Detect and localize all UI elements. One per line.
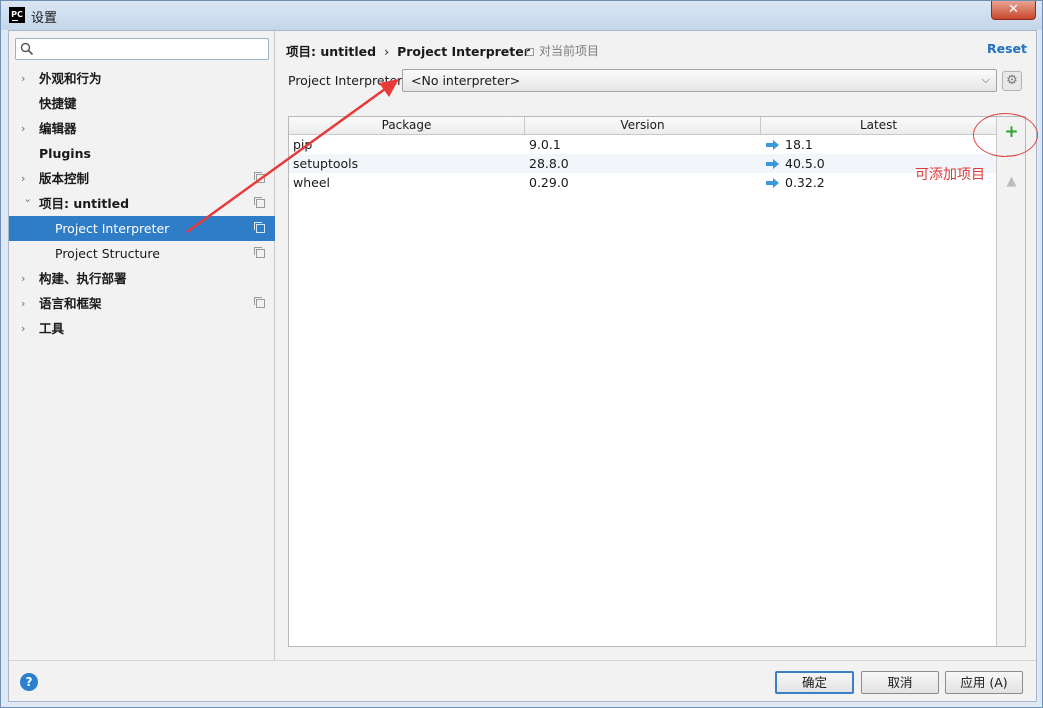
packages-panel: Package Version Latest pip 9.0.1 18.1 se… [288, 116, 1026, 647]
sidebar-item-label: Project Interpreter [55, 221, 170, 236]
package-version: 9.0.1 [529, 137, 561, 152]
project-scope-icon [254, 197, 265, 208]
search-icon [20, 42, 34, 56]
column-header-package[interactable]: Package [289, 117, 525, 135]
sidebar-item-label: 项目: untitled [39, 196, 130, 211]
table-row[interactable]: pip 9.0.1 18.1 [289, 135, 996, 154]
dialog-content: › 外观和行为 快捷键 › 编辑器 Plugins › 版本控制 › 项目: u… [8, 30, 1037, 702]
chevron-right-icon[interactable]: › [21, 166, 31, 191]
chevron-right-icon[interactable]: › [21, 66, 31, 91]
interpreter-label: Project Interpreter: [288, 73, 407, 88]
chevron-right-icon[interactable]: › [21, 291, 31, 316]
sidebar-item-label: 外观和行为 [39, 71, 102, 86]
settings-main-panel: 项目: untitled › Project Interpreter 对当前项目 R… [275, 31, 1036, 660]
column-header-latest[interactable]: Latest [761, 117, 996, 135]
sidebar-item-label: Plugins [39, 146, 91, 161]
reset-link[interactable]: Reset [987, 41, 1027, 56]
package-toolbar: + − ▲ [996, 117, 1025, 646]
upgrade-arrow-icon [766, 159, 779, 169]
interpreter-select[interactable]: <No interpreter> ⌵ [402, 69, 997, 92]
close-button[interactable]: ✕ [991, 1, 1036, 20]
table-row[interactable]: wheel 0.29.0 0.32.2 [289, 173, 996, 192]
project-scope-icon [526, 48, 534, 56]
sidebar-item-label: 语言和框架 [39, 296, 102, 311]
sidebar-item-tools[interactable]: › 工具 [9, 316, 275, 341]
sidebar-item-editor[interactable]: › 编辑器 [9, 116, 275, 141]
sidebar-item-project-interpreter[interactable]: Project Interpreter [9, 216, 275, 241]
sidebar-item-project[interactable]: › 项目: untitled [9, 191, 275, 216]
sidebar-item-project-structure[interactable]: Project Structure [9, 241, 275, 266]
project-scope-icon [254, 297, 265, 308]
sidebar-item-keymap[interactable]: 快捷键 [9, 91, 275, 116]
upgrade-arrow-icon [766, 178, 779, 188]
sidebar-item-label: 构建、执行部署 [39, 271, 127, 286]
breadcrumb-page: Project Interpreter [397, 44, 530, 59]
sidebar-item-label: Project Structure [55, 246, 160, 261]
package-latest: 0.32.2 [766, 173, 825, 192]
chevron-right-icon[interactable]: › [21, 116, 31, 141]
package-latest: 18.1 [766, 135, 813, 154]
title-bar[interactable]: PC 设置 ✕ [1, 1, 1042, 30]
sidebar-item-appearance[interactable]: › 外观和行为 [9, 66, 275, 91]
column-header-version[interactable]: Version [525, 117, 761, 135]
project-scope-icon [254, 247, 265, 258]
search-input[interactable] [40, 41, 264, 57]
chevron-down-icon: ⌵ [981, 73, 990, 86]
upgrade-package-button[interactable]: ▲ [997, 171, 1026, 193]
table-row[interactable]: setuptools 28.8.0 40.5.0 [289, 154, 996, 173]
window-title: 设置 [31, 11, 58, 26]
scope-note: 对当前项目 [526, 42, 599, 59]
upgrade-arrow-icon [766, 140, 779, 150]
sidebar-item-label: 工具 [39, 321, 65, 336]
chevron-right-icon[interactable]: › [21, 266, 31, 291]
settings-sidebar: › 外观和行为 快捷键 › 编辑器 Plugins › 版本控制 › 项目: u… [9, 31, 275, 660]
package-name: pip [293, 137, 313, 152]
ok-button[interactable]: 确定 [775, 671, 854, 694]
sidebar-item-build[interactable]: › 构建、执行部署 [9, 266, 275, 291]
sidebar-item-label: 版本控制 [39, 171, 90, 186]
sidebar-item-languages[interactable]: › 语言和框架 [9, 291, 275, 316]
project-scope-icon [254, 172, 265, 183]
breadcrumb-separator: › [384, 44, 390, 59]
cancel-button[interactable]: 取消 [861, 671, 939, 694]
pycharm-app-icon: PC [9, 7, 25, 23]
sidebar-search[interactable] [15, 38, 269, 60]
help-button[interactable]: ? [20, 673, 38, 691]
breadcrumb: 项目: untitled › Project Interpreter [286, 41, 530, 60]
chevron-right-icon[interactable]: › [21, 316, 31, 341]
package-name: setuptools [293, 156, 359, 171]
chevron-down-icon[interactable]: › [16, 199, 41, 209]
package-version: 0.29.0 [529, 175, 569, 190]
package-latest: 40.5.0 [766, 154, 825, 173]
package-version: 28.8.0 [529, 156, 569, 171]
packages-table: Package Version Latest pip 9.0.1 18.1 se… [289, 117, 996, 646]
table-header: Package Version Latest [289, 117, 996, 135]
project-scope-icon [254, 222, 265, 233]
sidebar-item-version-control[interactable]: › 版本控制 [9, 166, 275, 191]
settings-tree: › 外观和行为 快捷键 › 编辑器 Plugins › 版本控制 › 项目: u… [9, 66, 275, 341]
package-name: wheel [293, 175, 330, 190]
sidebar-item-plugins[interactable]: Plugins [9, 141, 275, 166]
dialog-footer: ? 确定 取消 应用 (A) [9, 660, 1036, 701]
latest-version: 0.32.2 [785, 175, 825, 190]
gear-icon[interactable]: ⚙ [1002, 71, 1022, 91]
sidebar-item-label: 快捷键 [39, 96, 77, 111]
apply-button[interactable]: 应用 (A) [945, 671, 1023, 694]
annotation-text: 可添加项目 [915, 167, 985, 183]
latest-version: 40.5.0 [785, 156, 825, 171]
latest-version: 18.1 [785, 137, 813, 152]
interpreter-value: <No interpreter> [411, 73, 521, 88]
breadcrumb-project: 项目: untitled [286, 44, 377, 59]
sidebar-item-label: 编辑器 [39, 121, 77, 136]
annotation-circle [973, 113, 1038, 157]
settings-window: PC 设置 ✕ › 外观和行为 快捷键 › 编辑器 Plugins › 版本控制… [0, 0, 1043, 708]
scope-text: 对当前项目 [539, 44, 600, 58]
